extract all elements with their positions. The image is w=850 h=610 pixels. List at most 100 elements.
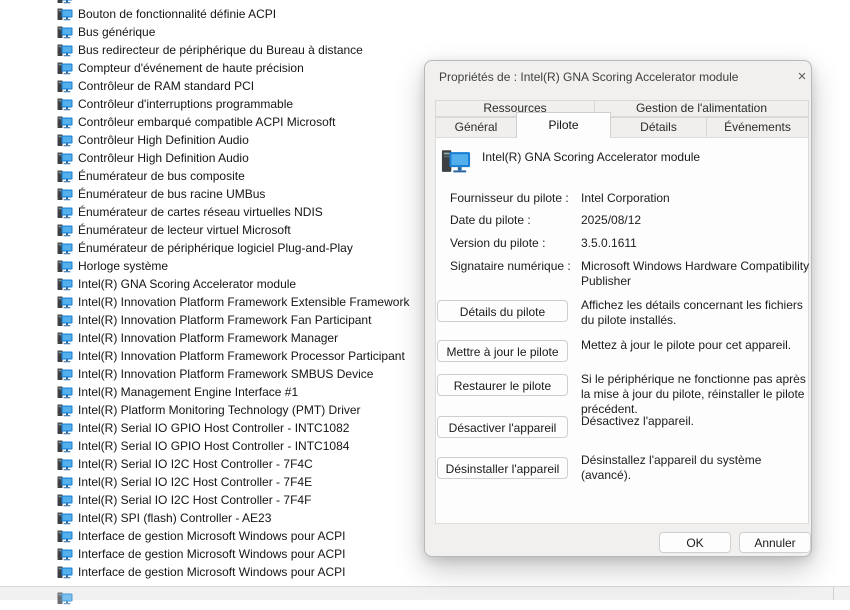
field-value-driver-date: 2025/08/12 — [581, 213, 821, 227]
rollback-driver-description: Si le périphérique ne fonctionne pas apr… — [581, 372, 813, 417]
device-icon — [57, 404, 73, 417]
device-list-item[interactable]: Bouton de fonctionnalité définie ACPI — [57, 5, 577, 23]
device-icon — [57, 368, 73, 381]
device-label: Intel(R) Innovation Platform Framework F… — [78, 313, 371, 327]
field-value-driver-provider: Intel Corporation — [581, 191, 821, 205]
device-label: Énumérateur de périphérique logiciel Plu… — [78, 241, 353, 255]
device-label: Intel(R) SPI (flash) Controller - AE23 — [78, 511, 271, 525]
device-label: Intel(R) Serial IO GPIO Host Controller … — [78, 421, 349, 435]
device-icon — [57, 350, 73, 363]
update-driver-button[interactable]: Mettre à jour le pilote — [437, 340, 568, 362]
driver-details-description: Affichez les détails concernant les fich… — [581, 298, 813, 328]
device-icon — [57, 548, 73, 561]
device-icon — [57, 206, 73, 219]
device-list-item[interactable]: Interface de gestion Microsoft Windows p… — [57, 563, 577, 581]
driver-details-button[interactable]: Détails du pilote — [437, 300, 568, 322]
device-label: Intel(R) Innovation Platform Framework M… — [78, 331, 338, 345]
disable-device-button[interactable]: Désactiver l'appareil — [437, 416, 568, 438]
device-label: Énumérateur de bus composite — [78, 169, 245, 183]
device-label: Contrôleur d'interruptions programmable — [78, 97, 293, 111]
device-label: Bus redirecteur de périphérique du Burea… — [78, 43, 363, 57]
device-list-item[interactable]: Bus générique — [57, 23, 577, 41]
field-value-digital-signer: Microsoft Windows Hardware Compatibility… — [581, 259, 821, 289]
field-label-driver-provider: Fournisseur du pilote : — [450, 191, 569, 205]
device-icon — [57, 512, 73, 525]
device-icon — [57, 0, 73, 4]
device-icon — [57, 62, 73, 75]
device-name: Intel(R) GNA Scoring Accelerator module — [482, 150, 700, 164]
ok-button[interactable]: OK — [659, 532, 731, 553]
uninstall-device-button[interactable]: Désinstaller l'appareil — [437, 457, 568, 479]
device-label: Horloge système — [78, 259, 168, 273]
disable-device-description: Désactivez l'appareil. — [581, 414, 813, 429]
device-label: Intel(R) Management Engine Interface #1 — [78, 385, 298, 399]
device-label: Interface de gestion Microsoft Windows p… — [78, 547, 345, 561]
field-label-driver-version: Version du pilote : — [450, 236, 545, 250]
rollback-driver-button[interactable]: Restaurer le pilote — [437, 374, 568, 396]
device-icon — [57, 8, 73, 21]
device-icon — [57, 224, 73, 237]
device-icon — [57, 80, 73, 93]
close-icon[interactable]: × — [792, 67, 812, 87]
device-label: Contrôleur High Definition Audio — [78, 151, 249, 165]
device-label: Intel(R) Serial IO GPIO Host Controller … — [78, 439, 349, 453]
device-icon — [57, 116, 73, 129]
device-list-item[interactable]: Bus redirecteur de périphérique du Burea… — [57, 41, 577, 59]
device-icon — [57, 188, 73, 201]
device-icon — [57, 494, 73, 507]
tab-general[interactable]: Général — [435, 117, 517, 138]
device-label: Contrôleur de RAM standard PCI — [78, 79, 254, 93]
tab-pilote[interactable]: Pilote — [516, 112, 611, 138]
device-label: Intel(R) Innovation Platform Framework S… — [78, 367, 373, 381]
computer-device-icon — [441, 149, 471, 174]
device-icon — [57, 26, 73, 39]
device-icon — [57, 242, 73, 255]
device-icon — [57, 386, 73, 399]
device-label: Interface de gestion Microsoft Windows p… — [78, 565, 345, 579]
device-icon — [57, 296, 73, 309]
device-icon — [57, 278, 73, 291]
device-icon — [57, 422, 73, 435]
device-label: Intel(R) GNA Scoring Accelerator module — [78, 277, 296, 291]
dialog-titlebar[interactable]: Propriétés de : Intel(R) GNA Scoring Acc… — [425, 61, 811, 93]
device-label: Interface de gestion Microsoft Windows p… — [78, 529, 345, 543]
device-icon — [57, 44, 73, 57]
field-label-driver-date: Date du pilote : — [450, 213, 531, 227]
device-icon — [57, 530, 73, 543]
device-icon — [57, 260, 73, 273]
device-label: Compteur d'événement de haute précision — [78, 61, 304, 75]
device-label: Intel(R) Serial IO I2C Host Controller -… — [78, 457, 313, 471]
device-icon — [57, 98, 73, 111]
device-label: Intel(R) Serial IO I2C Host Controller -… — [78, 493, 311, 507]
device-icon — [57, 566, 73, 579]
device-icon — [57, 134, 73, 147]
device-label: Énumérateur de lecteur virtuel Microsoft — [78, 223, 291, 237]
device-label: Bus générique — [78, 25, 155, 39]
device-label: Intel(R) Platform Monitoring Technology … — [78, 403, 361, 417]
dialog-title: Propriétés de : Intel(R) GNA Scoring Acc… — [439, 61, 738, 93]
tab-gestion-alimentation[interactable]: Gestion de l'alimentation — [594, 100, 809, 117]
device-icon — [57, 332, 73, 345]
device-icon — [57, 170, 73, 183]
field-value-driver-version: 3.5.0.1611 — [581, 236, 821, 250]
device-icon — [57, 476, 73, 489]
window-status-strip — [0, 586, 850, 600]
device-icon — [57, 152, 73, 165]
device-icon — [57, 592, 73, 605]
device-label: Intel(R) Innovation Platform Framework E… — [78, 295, 409, 309]
cancel-button[interactable]: Annuler — [739, 532, 811, 553]
device-label: Intel(R) Serial IO I2C Host Controller -… — [78, 475, 312, 489]
device-label: Intel(R) Innovation Platform Framework P… — [78, 349, 405, 363]
device-properties-dialog: Propriétés de : Intel(R) GNA Scoring Acc… — [424, 60, 812, 557]
tab-evenements[interactable]: Événements — [706, 117, 809, 138]
strip-divider — [833, 587, 834, 600]
device-icon — [57, 458, 73, 471]
device-label: Énumérateur de cartes réseau virtuelles … — [78, 205, 323, 219]
device-icon — [57, 440, 73, 453]
device-label: Contrôleur High Definition Audio — [78, 133, 249, 147]
tab-details[interactable]: Détails — [610, 117, 707, 138]
device-icon — [57, 314, 73, 327]
uninstall-device-description: Désinstallez l'appareil du système (avan… — [581, 453, 813, 483]
device-label: Bouton de fonctionnalité définie ACPI — [78, 7, 276, 21]
update-driver-description: Mettez à jour le pilote pour cet apparei… — [581, 338, 813, 353]
